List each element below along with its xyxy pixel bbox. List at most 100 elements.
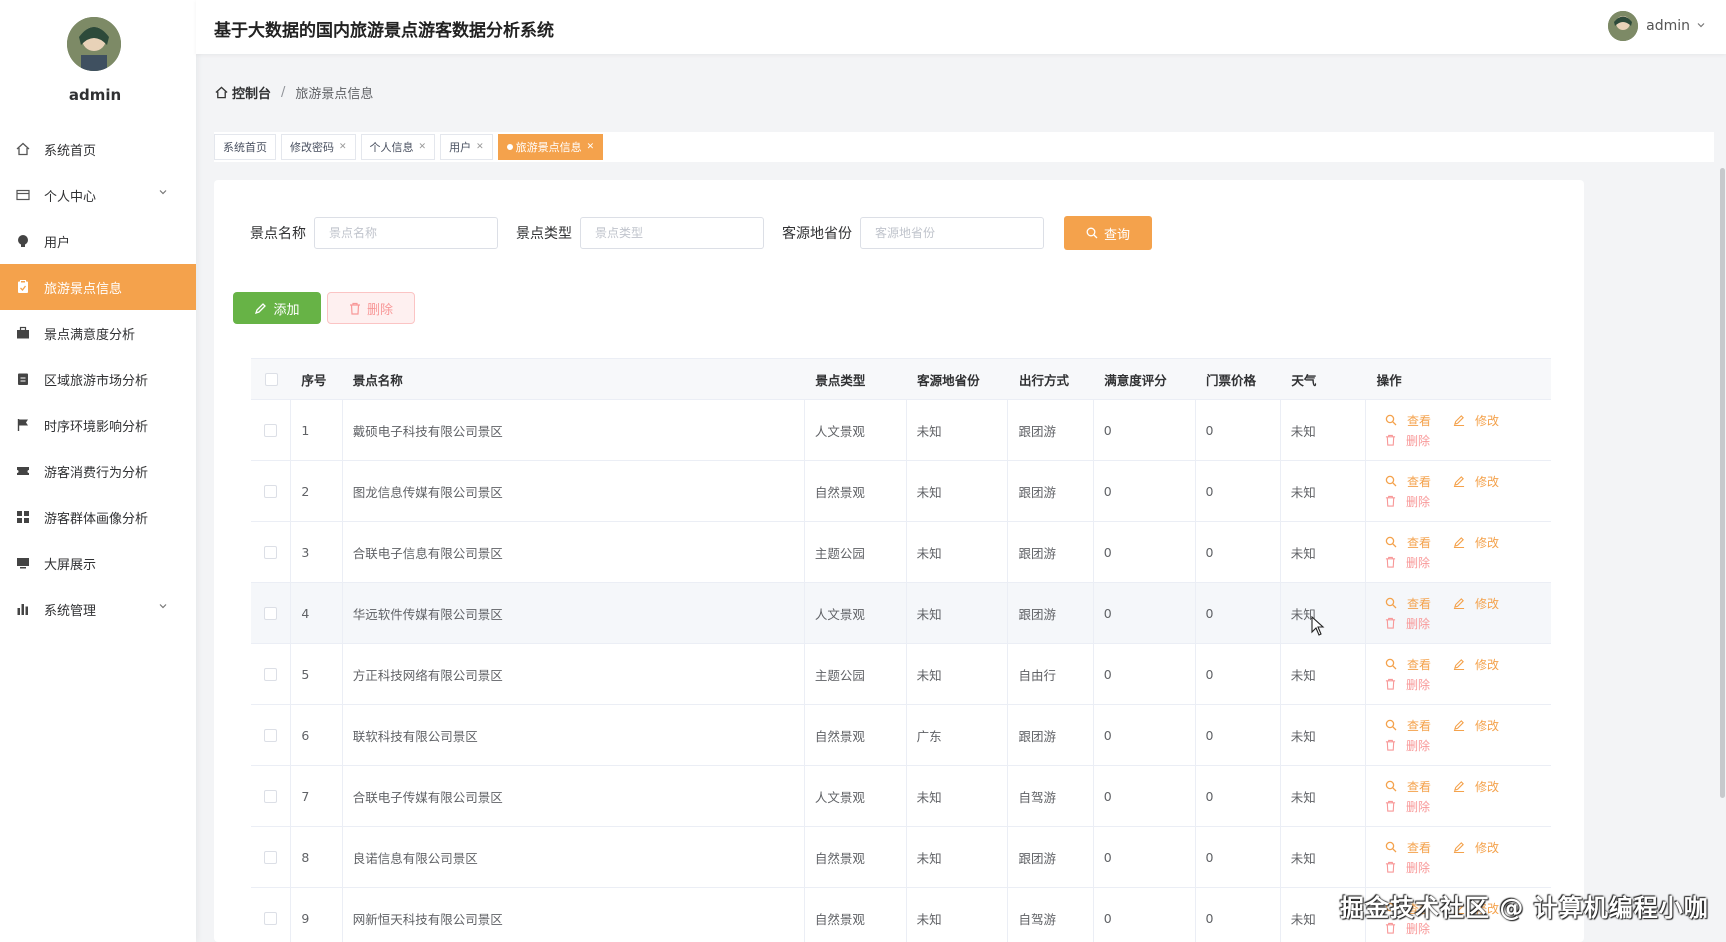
edit-button[interactable]: 修改 xyxy=(1453,473,1499,490)
row-checkbox[interactable] xyxy=(251,400,292,460)
scenic-name-input[interactable] xyxy=(314,217,498,249)
row-checkbox[interactable] xyxy=(251,644,292,704)
trash-icon xyxy=(1385,556,1401,568)
row-checkbox[interactable] xyxy=(251,705,292,765)
edit-button[interactable]: 修改 xyxy=(1453,839,1499,856)
edit-button[interactable]: 修改 xyxy=(1453,656,1499,673)
table-row[interactable]: 8 良诺信息有限公司景区 自然景观 未知 跟团游 0 0 未知 查看 修改 删除 xyxy=(251,827,1551,888)
table-row[interactable]: 5 方正科技网络有限公司景区 主题公园 未知 自由行 0 0 未知 查看 修改 删除 xyxy=(251,644,1551,705)
table-row[interactable]: 1 戴硕电子科技有限公司景区 人文景观 未知 跟团游 0 0 未知 查看 修改 删除 xyxy=(251,400,1551,461)
mouse-cursor-icon xyxy=(1311,615,1325,640)
view-button[interactable]: 查看 xyxy=(1385,656,1431,673)
sidebar-item-portrait-analysis[interactable]: 游客群体画像分析 xyxy=(0,494,196,540)
row-checkbox[interactable] xyxy=(251,888,292,942)
cell-price: 0 xyxy=(1196,583,1281,643)
cell-idx: 3 xyxy=(291,522,343,582)
tag-change-password[interactable]: 修改密码 ✕ xyxy=(281,134,356,160)
table-row[interactable]: 2 图龙信息传媒有限公司景区 自然景观 未知 跟团游 0 0 未知 查看 修改 删除 xyxy=(251,461,1551,522)
sidebar-item-big-screen[interactable]: 大屏展示 xyxy=(0,540,196,586)
delete-button[interactable]: 删除 xyxy=(1385,493,1430,510)
close-icon[interactable]: ✕ xyxy=(476,142,484,152)
row-checkbox[interactable] xyxy=(251,522,292,582)
table-row[interactable]: 4 华远软件传媒有限公司景区 人文景观 未知 跟团游 0 0 未知 查看 修改 删除 xyxy=(251,583,1551,644)
cell-idx: 1 xyxy=(291,400,343,460)
profile-avatar[interactable] xyxy=(67,17,121,71)
edit-icon xyxy=(1453,475,1470,487)
page-scrollbar[interactable] xyxy=(1720,168,1725,798)
cell-price: 0 xyxy=(1196,461,1281,521)
delete-button[interactable]: 删除 xyxy=(1385,859,1430,876)
tag-label: 系统首页 xyxy=(223,141,267,154)
edit-button[interactable]: 修改 xyxy=(1453,778,1499,795)
table-row[interactable]: 3 合联电子信息有限公司景区 主题公园 未知 跟团游 0 0 未知 查看 修改 删除 xyxy=(251,522,1551,583)
batch-delete-button[interactable]: 删除 xyxy=(327,292,415,324)
delete-button[interactable]: 删除 xyxy=(1385,615,1430,632)
edit-icon xyxy=(1453,536,1470,548)
delete-button[interactable]: 删除 xyxy=(1385,798,1430,815)
add-button[interactable]: 添加 xyxy=(233,292,321,324)
cell-type: 自然景观 xyxy=(805,827,907,887)
query-button[interactable]: 查询 xyxy=(1064,216,1152,250)
sidebar-item-system-management[interactable]: 系统管理 xyxy=(0,586,196,632)
view-button[interactable]: 查看 xyxy=(1385,595,1431,612)
edit-button[interactable]: 修改 xyxy=(1453,412,1499,429)
table-row[interactable]: 6 联软科技有限公司景区 自然景观 广东 跟团游 0 0 未知 查看 修改 删除 xyxy=(251,705,1551,766)
sidebar-item-users[interactable]: 用户 xyxy=(0,218,196,264)
search-icon xyxy=(1385,780,1402,792)
delete-button[interactable]: 删除 xyxy=(1385,676,1430,693)
cell-type: 主题公园 xyxy=(805,522,907,582)
tag-scenic-info[interactable]: 旅游景点信息 ✕ xyxy=(497,134,604,160)
column-header: 门票价格 xyxy=(1206,372,1257,388)
close-icon[interactable]: ✕ xyxy=(419,142,427,152)
lightbulb-icon xyxy=(14,232,32,250)
edit-button[interactable]: 修改 xyxy=(1453,595,1499,612)
view-button[interactable]: 查看 xyxy=(1385,717,1431,734)
sidebar-item-label: 时序环境影响分析 xyxy=(44,419,149,435)
tag-home[interactable]: 系统首页 xyxy=(214,134,276,160)
cell-score: 0 xyxy=(1094,461,1196,521)
breadcrumb-home[interactable]: 控制台 xyxy=(215,83,271,102)
app-title: 基于大数据的国内旅游景点游客数据分析系统 xyxy=(214,21,554,41)
row-checkbox[interactable] xyxy=(251,583,292,643)
view-button[interactable]: 查看 xyxy=(1385,473,1431,490)
sidebar-item-scenic-info[interactable]: 旅游景点信息 xyxy=(0,264,196,310)
breadcrumb-home-label: 控制台 xyxy=(232,87,272,102)
scenic-type-input[interactable] xyxy=(580,217,764,249)
view-label: 查看 xyxy=(1407,535,1432,550)
sidebar-item-consumption-analysis[interactable]: 游客消费行为分析 xyxy=(0,448,196,494)
view-button[interactable]: 查看 xyxy=(1385,839,1431,856)
close-icon[interactable]: ✕ xyxy=(339,142,347,152)
edit-button[interactable]: 修改 xyxy=(1453,534,1499,551)
edit-label: 修改 xyxy=(1475,718,1500,733)
edit-icon xyxy=(1453,841,1470,853)
tag-personal-info[interactable]: 个人信息 ✕ xyxy=(360,134,436,160)
sidebar-item-home[interactable]: 系统首页 xyxy=(0,126,196,172)
sidebar-item-satisfaction-analysis[interactable]: 景点满意度分析 xyxy=(0,310,196,356)
select-all-checkbox[interactable] xyxy=(251,359,291,399)
search-icon xyxy=(1385,597,1402,609)
table-row[interactable]: 7 合联电子传媒有限公司景区 人文景观 未知 自驾游 0 0 未知 查看 修改 删除 xyxy=(251,766,1551,827)
close-icon[interactable]: ✕ xyxy=(587,142,595,152)
cell-type: 自然景观 xyxy=(805,888,907,942)
view-button[interactable]: 查看 xyxy=(1385,412,1431,429)
cell-province: 未知 xyxy=(907,827,1009,887)
cell-price: 0 xyxy=(1196,400,1281,460)
user-menu[interactable]: admin xyxy=(1608,11,1706,41)
sidebar-item-environment-analysis[interactable]: 时序环境影响分析 xyxy=(0,402,196,448)
delete-button-label: 删除 xyxy=(366,302,393,318)
view-button[interactable]: 查看 xyxy=(1385,534,1431,551)
sidebar-item-regional-market-analysis[interactable]: 区域旅游市场分析 xyxy=(0,356,196,402)
edit-button[interactable]: 修改 xyxy=(1453,717,1499,734)
cell-price: 0 xyxy=(1196,888,1281,942)
tag-users[interactable]: 用户 ✕ xyxy=(440,134,493,160)
delete-button[interactable]: 删除 xyxy=(1385,554,1430,571)
row-checkbox[interactable] xyxy=(251,461,292,521)
delete-label: 删除 xyxy=(1406,616,1431,631)
row-checkbox[interactable] xyxy=(251,766,292,826)
row-checkbox[interactable] xyxy=(251,827,292,887)
sidebar-item-personal-center[interactable]: 个人中心 xyxy=(0,172,196,218)
delete-button[interactable]: 删除 xyxy=(1385,432,1430,449)
province-input[interactable] xyxy=(860,217,1044,249)
view-button[interactable]: 查看 xyxy=(1385,778,1431,795)
delete-button[interactable]: 删除 xyxy=(1385,737,1430,754)
